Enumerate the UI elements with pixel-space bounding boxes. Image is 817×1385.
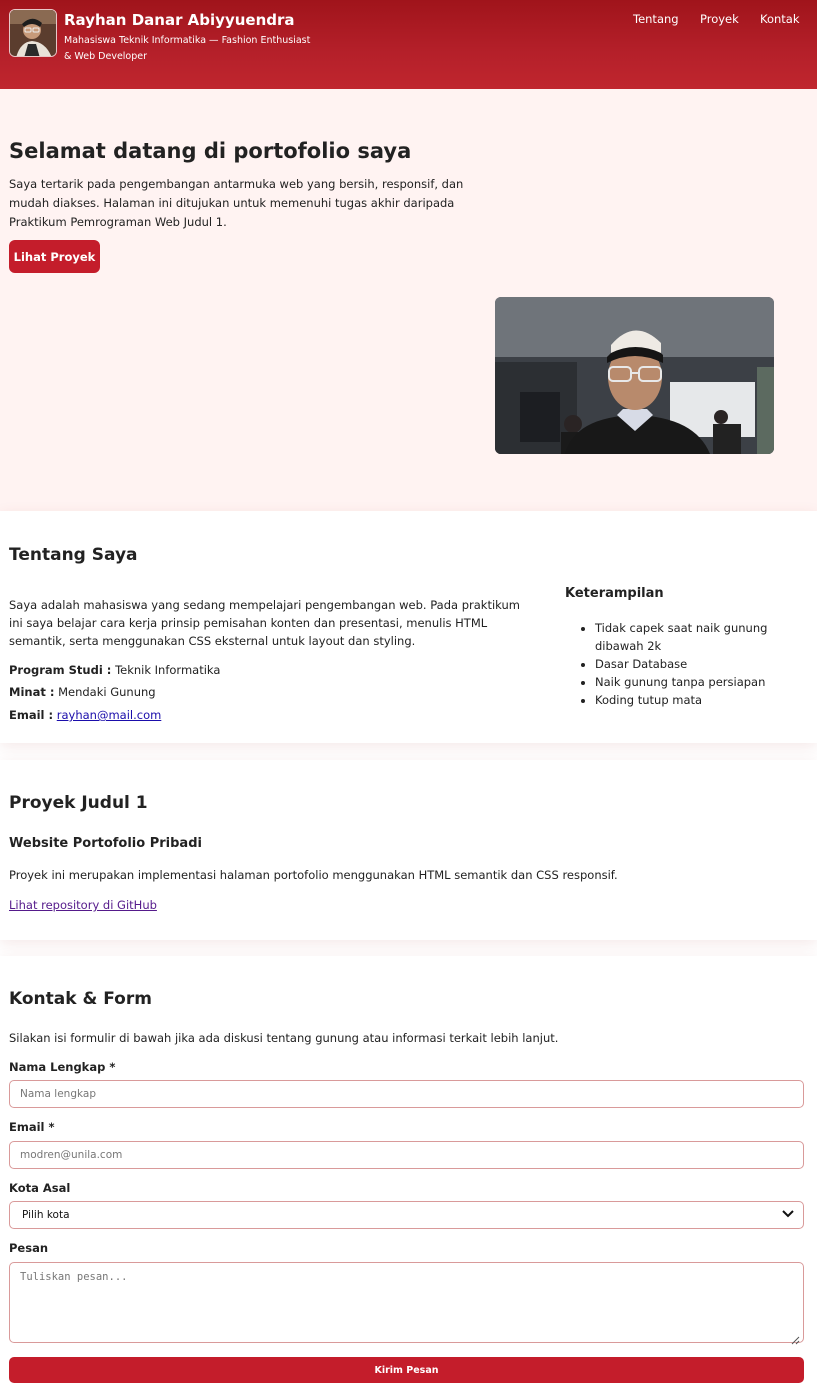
github-repo-link[interactable]: Lihat repository di GitHub xyxy=(9,898,157,912)
about-section: Tentang Saya Saya adalah mahasiswa yang … xyxy=(0,511,817,743)
about-title: Tentang Saya xyxy=(9,545,138,565)
hero-title: Selamat datang di portofolio saya xyxy=(9,139,412,163)
email-info: Email : rayhan@mail.com xyxy=(9,708,161,722)
email-label-form: Email * xyxy=(9,1120,55,1134)
chevron-down-icon xyxy=(781,1209,795,1222)
name-input[interactable] xyxy=(9,1080,804,1108)
program-value: Teknik Informatika xyxy=(115,663,221,677)
skills-title: Keterampilan xyxy=(565,586,664,601)
interest-info: Minat : Mendaki Gunung xyxy=(9,685,156,699)
hero-section: Selamat datang di portofolio saya Saya t… xyxy=(0,89,817,511)
name-label: Nama Lengkap * xyxy=(9,1060,116,1074)
view-projects-button[interactable]: Lihat Proyek xyxy=(9,240,100,273)
project-subtitle: Website Portofolio Pribadi xyxy=(9,836,202,851)
city-select[interactable]: Pilih kota xyxy=(9,1201,804,1229)
about-text: Saya adalah mahasiswa yang sedang mempel… xyxy=(9,598,520,648)
nav-link-proyek[interactable]: Proyek xyxy=(700,12,739,26)
nav-link-kontak[interactable]: Kontak xyxy=(760,12,800,26)
program-info: Program Studi : Teknik Informatika xyxy=(9,663,220,677)
project-section: Proyek Judul 1 Website Portofolio Pribad… xyxy=(0,760,817,940)
hero-text: Saya tertarik pada pengembangan antarmuk… xyxy=(9,177,464,229)
contact-section: Kontak & Form Silakan isi formulir di ba… xyxy=(0,956,817,1385)
city-label: Kota Asal xyxy=(9,1181,71,1195)
resize-handle-icon[interactable] xyxy=(790,1330,800,1349)
project-title: Proyek Judul 1 xyxy=(9,793,148,813)
message-label: Pesan xyxy=(9,1241,49,1255)
portrait-photo-image xyxy=(495,297,774,454)
site-tagline: Mahasiswa Teknik Informatika — Fashion E… xyxy=(64,35,311,62)
skills-list: Tidak capek saat naik gunung dibawah 2k … xyxy=(595,619,807,709)
site-owner-name: Rayhan Danar Abiyyuendra xyxy=(64,11,295,29)
program-label: Program Studi : xyxy=(9,663,112,677)
skill-item: Dasar Database xyxy=(595,655,807,673)
submit-button[interactable]: Kirim Pesan xyxy=(9,1357,804,1383)
email-label: Email : xyxy=(9,708,54,722)
project-description: Proyek ini merupakan implementasi halama… xyxy=(9,868,618,882)
nav-link-tentang[interactable]: Tentang xyxy=(633,12,679,26)
contact-title: Kontak & Form xyxy=(9,989,152,1009)
skill-item: Tidak capek saat naik gunung dibawah 2k xyxy=(595,619,807,655)
interest-label: Minat : xyxy=(9,685,55,699)
city-selected-value: Pilih kota xyxy=(22,1209,70,1221)
email-input[interactable] xyxy=(9,1141,804,1169)
interest-value: Mendaki Gunung xyxy=(58,685,156,699)
contact-intro: Silakan isi formulir di bawah jika ada d… xyxy=(9,1031,559,1045)
profile-avatar-image xyxy=(10,10,56,56)
avatar xyxy=(9,9,57,57)
skill-item: Koding tutup mata xyxy=(595,691,807,709)
site-header: Rayhan Danar Abiyyuendra Mahasiswa Tekni… xyxy=(0,0,817,89)
hero-photo xyxy=(495,297,774,454)
email-link[interactable]: rayhan@mail.com xyxy=(57,708,162,722)
message-textarea[interactable] xyxy=(9,1262,804,1343)
skill-item: Naik gunung tanpa persiapan xyxy=(595,673,807,691)
